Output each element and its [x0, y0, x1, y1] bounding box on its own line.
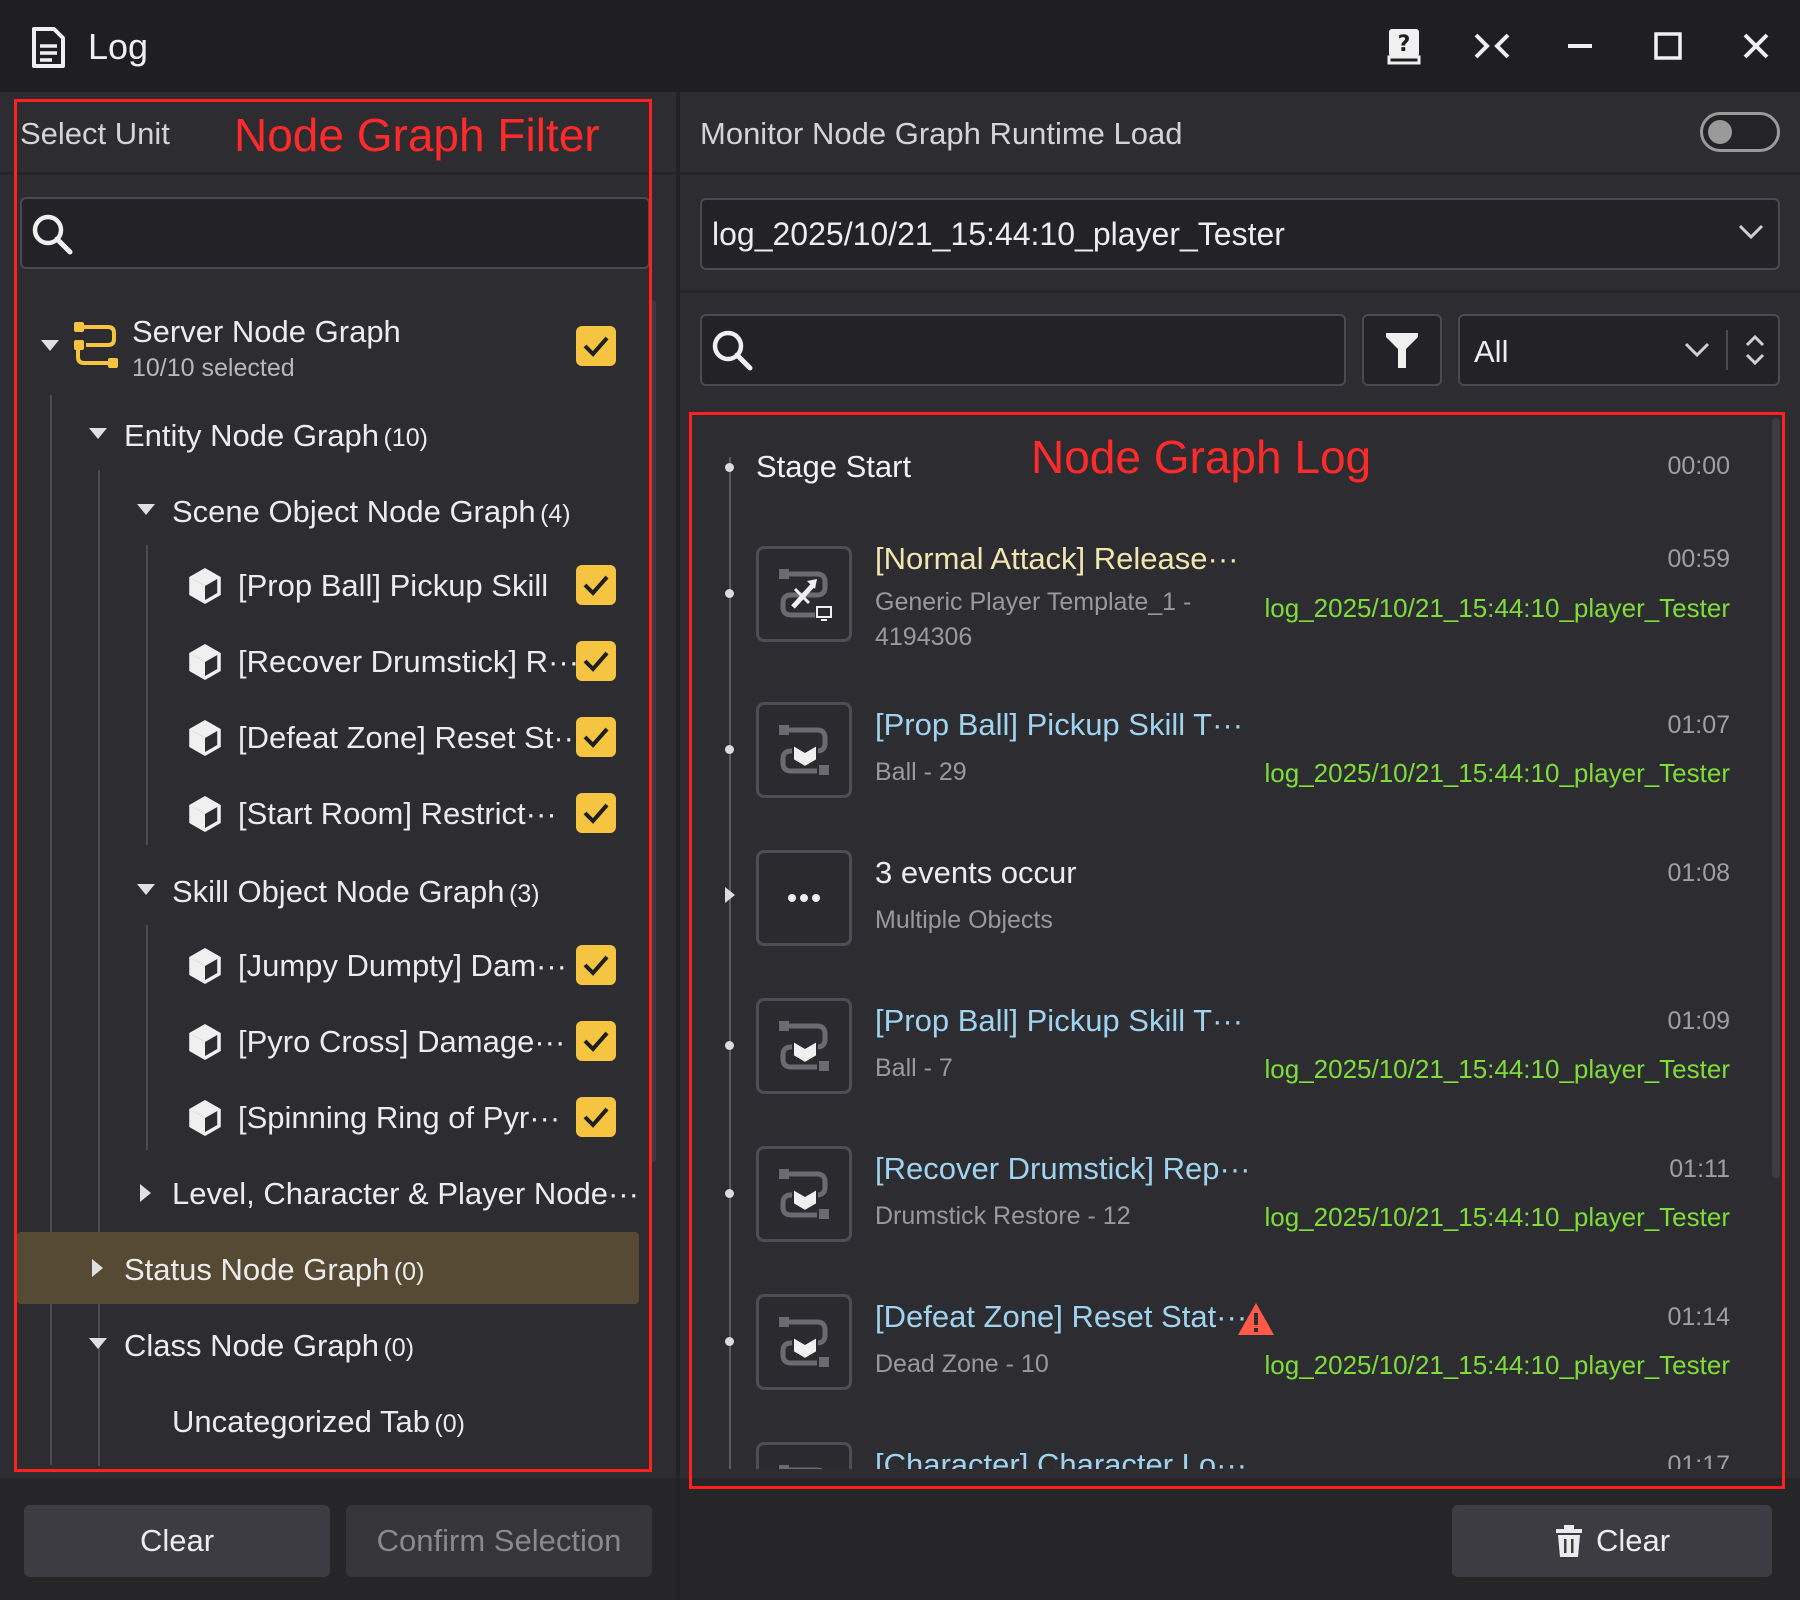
trash-icon — [1555, 1525, 1582, 1557]
monitor-runtime-label: Monitor Node Graph Runtime Load — [700, 116, 1183, 151]
log-file-icon — [28, 26, 68, 70]
clear-selection-button[interactable]: Clear — [24, 1505, 330, 1577]
collapse-icon[interactable] — [1464, 18, 1520, 74]
search-icon — [710, 328, 754, 372]
close-icon[interactable] — [1728, 18, 1784, 74]
select-divider — [1726, 330, 1728, 370]
right-filter-separator — [680, 290, 1800, 293]
log-file-selected-value: log_2025/10/21_15:44:10_player_Tester — [712, 216, 1285, 252]
filter-button[interactable] — [1362, 314, 1442, 386]
annotation-box-log — [689, 412, 1785, 1489]
funnel-icon — [1386, 333, 1418, 368]
log-type-selected-value: All — [1474, 334, 1509, 369]
log-search-input[interactable] — [700, 314, 1346, 386]
toggle-knob — [1708, 120, 1732, 144]
right-header-separator — [680, 172, 1800, 175]
node-graph-filter-annotation: Node Graph Filter — [234, 109, 600, 161]
minimize-icon[interactable] — [1552, 18, 1608, 74]
annotation-box-filter — [14, 99, 652, 1472]
confirm-selection-button[interactable]: Confirm Selection — [346, 1505, 652, 1577]
stepper-icon[interactable] — [1740, 330, 1770, 370]
clear-log-label: Clear — [1595, 1523, 1671, 1558]
svg-text:?: ? — [1398, 32, 1411, 57]
chevron-down-icon — [1736, 222, 1766, 242]
maximize-icon[interactable] — [1640, 18, 1696, 74]
window-title: Log — [88, 26, 149, 67]
title-bar — [0, 0, 1800, 92]
chevron-down-icon — [1682, 340, 1712, 360]
help-icon[interactable]: ? — [1376, 18, 1432, 74]
clear-log-button[interactable]: Clear — [1452, 1505, 1772, 1577]
